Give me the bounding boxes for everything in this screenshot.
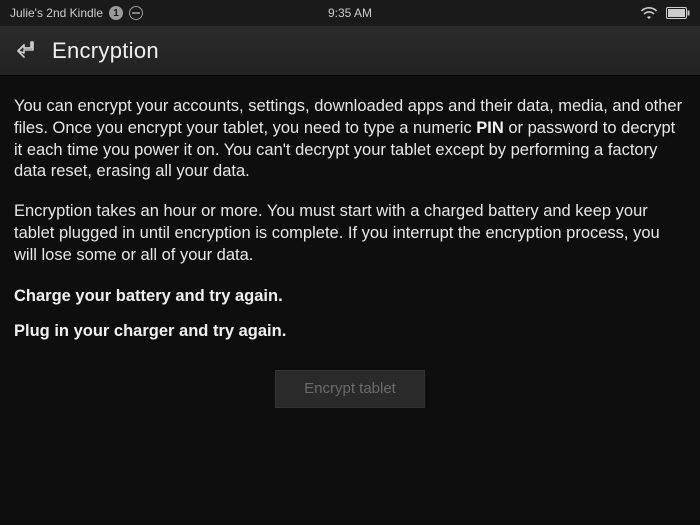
dnd-icon[interactable] [129,6,143,20]
header: Encryption [0,26,700,76]
charge-warning: Charge your battery and try again. [14,284,686,309]
wifi-icon [640,7,658,20]
description-paragraph-2: Encryption takes an hour or more. You mu… [14,201,686,266]
content: You can encrypt your accounts, settings,… [0,76,700,525]
plug-warning: Plug in your charger and try again. [14,319,686,344]
status-right [640,7,690,20]
status-bar: Julie's 2nd Kindle 1 9:35 AM [0,0,700,26]
clock: 9:35 AM [328,6,372,20]
p1-bold: PIN [476,119,504,137]
page-title: Encryption [52,38,159,64]
device-name: Julie's 2nd Kindle [10,6,103,20]
battery-icon [666,7,690,19]
back-icon[interactable] [14,40,36,62]
notification-badge[interactable]: 1 [109,6,123,20]
status-left: Julie's 2nd Kindle 1 [10,6,143,20]
description-paragraph-1: You can encrypt your accounts, settings,… [14,96,686,183]
encrypt-tablet-button: Encrypt tablet [275,370,425,408]
